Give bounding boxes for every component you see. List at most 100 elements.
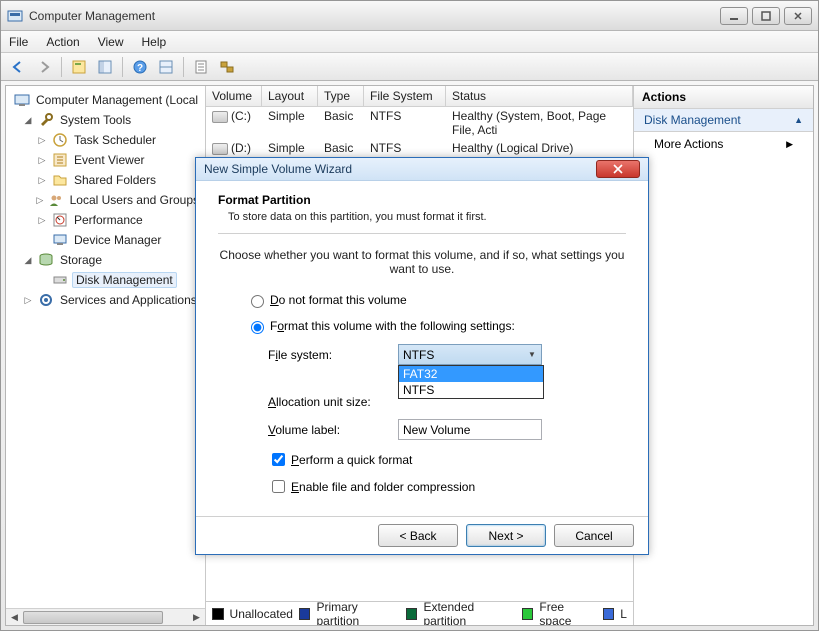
tree-root[interactable]: Computer Management (Local <box>8 90 203 110</box>
storage-icon <box>38 252 54 268</box>
titlebar: Computer Management <box>1 1 818 31</box>
scroll-left-icon[interactable]: ◀ <box>6 609 23 625</box>
dialog-footer: < Back Next > Cancel <box>196 516 648 554</box>
tree-device-manager[interactable]: Device Manager <box>8 230 203 250</box>
dropdown-option[interactable]: FAT32 <box>399 366 543 382</box>
caret-right-icon[interactable]: ▷ <box>22 294 34 306</box>
radio-label: Format this volume with the following se… <box>270 319 515 333</box>
scroll-right-icon[interactable]: ▶ <box>188 609 205 625</box>
table-row[interactable]: (C:) Simple Basic NTFS Healthy (System, … <box>206 107 633 139</box>
disk-legend: Unallocated Primary partition Extended p… <box>206 601 633 625</box>
minimize-button[interactable] <box>720 7 748 25</box>
dialog-description: To store data on this partition, you mus… <box>228 211 626 223</box>
dialog-titlebar[interactable]: New Simple Volume Wizard <box>196 158 648 181</box>
checkbox-input[interactable] <box>272 453 285 466</box>
row-volume-label: Volume label: <box>268 419 626 440</box>
tree-local-users[interactable]: ▷ Local Users and Groups <box>8 190 203 210</box>
dropdown-option[interactable]: NTFS <box>399 382 543 398</box>
actions-context[interactable]: Disk Management ▲ <box>634 109 813 132</box>
menubar: File Action View Help <box>1 31 818 53</box>
checkbox-label: Perform a quick format <box>291 453 412 467</box>
header-volume[interactable]: Volume <box>206 86 262 106</box>
tree-services[interactable]: ▷ Services and Applications <box>8 290 203 310</box>
forward-button[interactable] <box>33 56 55 78</box>
tree-disk-management[interactable]: Disk Management <box>8 270 203 290</box>
actions-pane: Actions Disk Management ▲ More Actions ▶ <box>633 86 813 625</box>
swatch-logical <box>603 608 615 620</box>
radio-input[interactable] <box>251 295 264 308</box>
toolbar: ? <box>1 53 818 81</box>
input-volume-label[interactable] <box>398 419 542 440</box>
settings-icon[interactable] <box>216 56 238 78</box>
tree-system-tools[interactable]: ◢ System Tools <box>8 110 203 130</box>
clock-icon <box>52 132 68 148</box>
help-icon[interactable]: ? <box>129 56 151 78</box>
performance-icon <box>52 212 68 228</box>
caret-right-icon[interactable]: ▷ <box>36 154 48 166</box>
tools-icon <box>38 112 54 128</box>
dialog-prompt: Choose whether you want to format this v… <box>218 248 626 276</box>
properties-icon[interactable] <box>68 56 90 78</box>
dialog-title: New Simple Volume Wizard <box>204 162 596 176</box>
caret-down-icon[interactable]: ◢ <box>22 114 34 126</box>
collapse-icon: ▲ <box>794 115 803 125</box>
menu-file[interactable]: File <box>9 35 28 49</box>
header-type[interactable]: Type <box>318 86 364 106</box>
caret-right-icon[interactable]: ▷ <box>36 134 48 146</box>
swatch-extended <box>406 608 418 620</box>
dropdown-file-system: FAT32 NTFS <box>398 365 544 399</box>
table-row[interactable]: (D:) Simple Basic NTFS Healthy (Logical … <box>206 139 633 157</box>
back-button[interactable] <box>7 56 29 78</box>
maximize-button[interactable] <box>752 7 780 25</box>
menu-action[interactable]: Action <box>46 35 79 49</box>
swatch-free <box>522 608 534 620</box>
caret-down-icon[interactable]: ◢ <box>22 254 34 266</box>
next-button[interactable]: Next > <box>466 524 546 547</box>
swatch-primary <box>299 608 311 620</box>
event-icon <box>52 152 68 168</box>
caret-right-icon[interactable]: ▷ <box>36 174 48 186</box>
close-button[interactable] <box>784 7 812 25</box>
header-status[interactable]: Status <box>446 86 633 106</box>
header-layout[interactable]: Layout <box>262 86 318 106</box>
new-simple-volume-wizard-dialog: New Simple Volume Wizard Format Partitio… <box>195 157 649 555</box>
console-tree: Computer Management (Local ◢ System Tool… <box>6 86 206 625</box>
tree-storage[interactable]: ◢ Storage <box>8 250 203 270</box>
radio-format-with-settings[interactable]: Format this volume with the following se… <box>246 318 626 334</box>
radio-do-not-format[interactable]: Do not format this volume <box>246 292 626 308</box>
menu-view[interactable]: View <box>98 35 124 49</box>
swatch-unallocated <box>212 608 224 620</box>
caret-right-icon[interactable]: ▷ <box>36 194 44 206</box>
scroll-thumb[interactable] <box>23 611 163 624</box>
table-header: Volume Layout Type File System Status <box>206 86 633 107</box>
label-allocation-size: Allocation unit size: <box>268 395 398 409</box>
dialog-close-button[interactable] <box>596 160 640 178</box>
actions-more[interactable]: More Actions ▶ <box>634 132 813 156</box>
header-filesystem[interactable]: File System <box>364 86 446 106</box>
tree-event-viewer[interactable]: ▷ Event Viewer <box>8 150 203 170</box>
combo-file-system[interactable]: NTFS ▼ FAT32 NTFS <box>398 344 542 365</box>
checkbox-quick-format[interactable]: Perform a quick format <box>268 450 626 469</box>
back-button[interactable]: < Back <box>378 524 458 547</box>
row-file-system: File system: NTFS ▼ FAT32 NTFS <box>268 344 626 365</box>
submenu-icon: ▶ <box>786 139 793 150</box>
svg-text:?: ? <box>137 63 143 74</box>
radio-input[interactable] <box>251 321 264 334</box>
computer-management-window: Computer Management File Action View Hel… <box>0 0 819 631</box>
caret-right-icon[interactable]: ▷ <box>36 214 48 226</box>
tree-task-scheduler[interactable]: ▷ Task Scheduler <box>8 130 203 150</box>
tree-performance[interactable]: ▷ Performance <box>8 210 203 230</box>
label-file-system: File system: <box>268 348 398 362</box>
services-icon <box>38 292 54 308</box>
checkbox-input[interactable] <box>272 480 285 493</box>
tree-scrollbar[interactable]: ◀ ▶ <box>6 608 205 625</box>
tree-shared-folders[interactable]: ▷ Shared Folders <box>8 170 203 190</box>
menu-help[interactable]: Help <box>142 35 167 49</box>
actions-header: Actions <box>634 86 813 109</box>
chevron-down-icon: ▼ <box>523 345 541 364</box>
overview-icon[interactable] <box>155 56 177 78</box>
cancel-button[interactable]: Cancel <box>554 524 634 547</box>
refresh-icon[interactable] <box>190 56 212 78</box>
console-tree-icon[interactable] <box>94 56 116 78</box>
checkbox-compression[interactable]: Enable file and folder compression <box>268 477 626 496</box>
